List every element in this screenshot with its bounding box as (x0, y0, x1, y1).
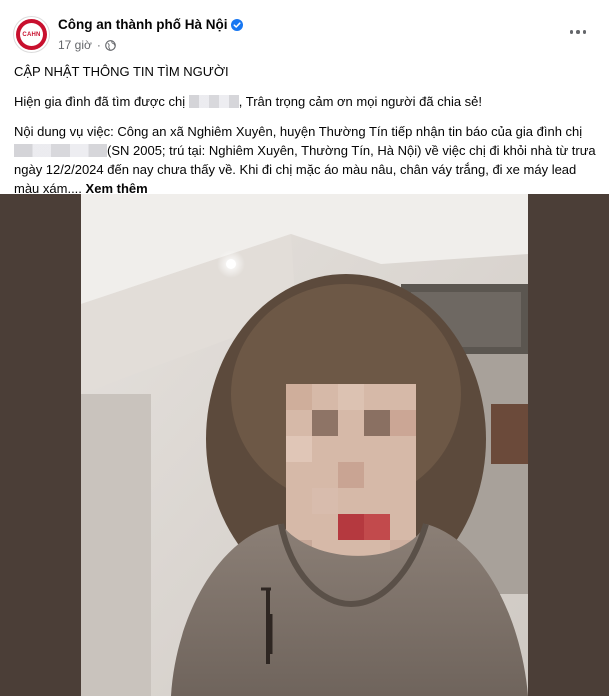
ellipsis-dot (576, 30, 580, 34)
post-photo[interactable] (81, 194, 528, 696)
page-name-row: Công an thành phố Hà Nội (58, 17, 244, 32)
page-name-link[interactable]: Công an thành phố Hà Nội (58, 17, 227, 32)
more-options-button[interactable] (565, 23, 591, 41)
update-text-before: Hiện gia đình đã tìm được chị (14, 94, 189, 109)
ellipsis-dot (582, 30, 587, 34)
avatar-logo-center: CAHN (20, 23, 43, 46)
post-text: CẬP NHẬT THÔNG TIN TÌM NGƯỜI Hiện gia đì… (14, 62, 599, 209)
verified-badge-icon (231, 18, 244, 31)
post-timestamp-link[interactable]: 17 giờ (58, 38, 92, 52)
post-update-line: Hiện gia đình đã tìm được chị , Trân trọ… (14, 92, 599, 111)
post-photo-frame[interactable] (0, 194, 609, 696)
post-header: CAHN Công an thành phố Hà Nội 17 giờ · (0, 0, 609, 60)
details-text-part-1: Nội dung vụ việc: Công an xã Nghiêm Xuyê… (14, 124, 583, 139)
avatar-logo-ring: CAHN (16, 19, 47, 50)
post-meta: 17 giờ · (58, 38, 116, 52)
post-details: Nội dung vụ việc: Công an xã Nghiêm Xuyê… (14, 122, 599, 198)
update-text-after: , Trân trọng cảm ơn mọi người đã chia sẻ… (238, 94, 483, 109)
selfie-photo-image (81, 194, 528, 696)
page-avatar[interactable]: CAHN (13, 16, 50, 53)
redacted-full-name (14, 144, 107, 157)
facebook-post: CAHN Công an thành phố Hà Nội 17 giờ · C… (0, 0, 609, 696)
avatar-logo-text: CAHN (22, 31, 41, 38)
redacted-name (188, 95, 239, 108)
ellipsis-horizontal-icon (569, 30, 574, 34)
pixelated-face (286, 384, 416, 564)
meta-separator: · (96, 38, 101, 52)
globe-icon[interactable] (105, 39, 116, 51)
post-heading: CẬP NHẬT THÔNG TIN TÌM NGƯỜI (14, 64, 229, 79)
